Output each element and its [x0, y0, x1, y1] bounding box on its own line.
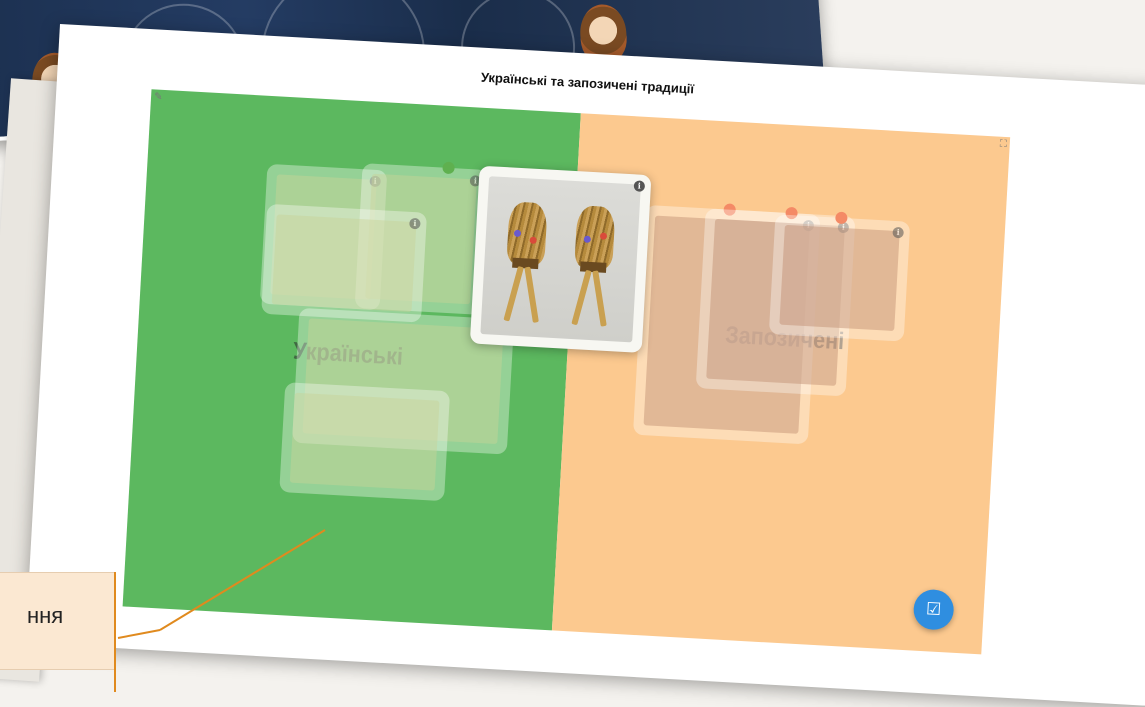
check-icon: ☑ — [925, 599, 942, 621]
sorting-board: ✎ Українські i i i ⛶ Запозичені i i i i … — [122, 89, 1011, 655]
slide: Українські та запозичені традиції ✎ Укра… — [25, 24, 1145, 707]
annotation-callout: ння — [0, 572, 116, 670]
didukh-image — [480, 176, 641, 343]
info-icon[interactable]: i — [409, 217, 421, 230]
card-pin — [442, 161, 455, 175]
wheat-sheaf — [503, 201, 548, 323]
card-pin — [835, 211, 848, 225]
wheat-sheaf — [571, 205, 616, 327]
card-image — [779, 224, 900, 332]
fullscreen-icon[interactable]: ⛶ — [999, 139, 1007, 150]
edit-icon[interactable]: ✎ — [154, 91, 163, 102]
card-image — [271, 214, 417, 313]
info-icon[interactable]: i — [633, 180, 646, 192]
card-ghost[interactable]: i — [261, 203, 428, 323]
card-active-didukh[interactable]: i — [469, 165, 652, 353]
callout-bracket — [114, 572, 116, 692]
callout-text: ння — [27, 603, 64, 628]
info-icon[interactable]: i — [892, 226, 904, 239]
card-image — [289, 392, 440, 491]
card-ghost[interactable]: i — [768, 211, 911, 342]
card-ghost[interactable] — [279, 382, 451, 502]
